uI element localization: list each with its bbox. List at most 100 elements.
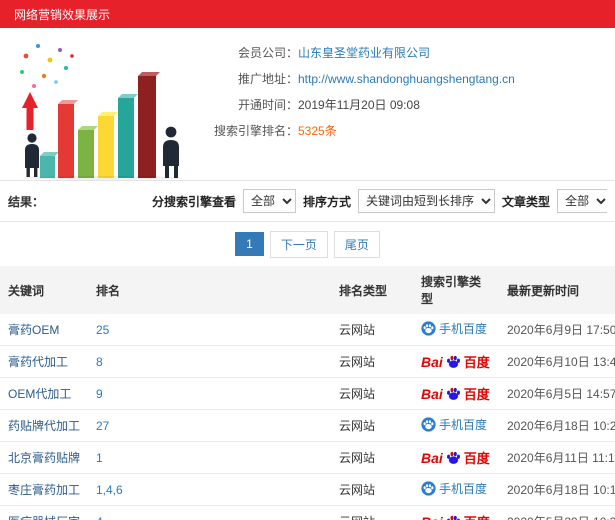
rank-link[interactable]: 9	[96, 387, 103, 401]
engine-label: 百度	[463, 451, 490, 466]
table-row: 医疗器械厂家 4 云网站 Bai 百度 2020年5月29日 10:32	[0, 505, 615, 520]
engine-cell: Bai 百度	[413, 505, 499, 520]
column-header: 排名	[88, 266, 331, 314]
article-type-select[interactable]: 全部	[557, 189, 607, 213]
table-row: 膏药OEM 25 云网站 手机百度 2020年6月9日 17:50	[0, 314, 615, 346]
engine-cell: Bai 百度	[413, 377, 499, 410]
baidu-paw-icon	[446, 354, 461, 369]
baidu-wordmark: Bai	[421, 353, 443, 370]
rank-cell: 8	[88, 345, 331, 378]
baidu-logo: Bai 百度	[421, 384, 490, 403]
engine-label: 手机百度	[439, 418, 488, 432]
table-row: 北京膏药贴牌 1 云网站 Bai 百度 2020年6月11日 11:18	[0, 441, 615, 474]
businessman-right	[163, 126, 179, 178]
rank-type-cell: 云网站	[331, 314, 413, 346]
rank-cell: 1	[88, 441, 331, 474]
type-filter-label: 文章类型	[502, 194, 551, 209]
updated-cell: 2020年5月29日 10:32	[499, 505, 615, 520]
filter-controls: 分搜索引擎查看 全部 排序方式 关键词由短到长排序 文章类型 全部 提交	[152, 189, 607, 213]
rank-link[interactable]: 1	[96, 451, 103, 465]
table-header-row: 关键词 排名 排名类型 搜索引擎类型 最新更新时间	[0, 266, 615, 314]
rank-link[interactable]: 25	[96, 323, 109, 337]
open-time-label: 开通时间：	[237, 98, 298, 112]
column-header: 最新更新时间	[499, 266, 615, 314]
keyword-cell: 枣庄膏药加工	[0, 473, 88, 506]
rank-type-cell: 云网站	[331, 409, 413, 442]
rank-type-cell: 云网站	[331, 377, 413, 410]
promo-url-row: 推广地址： http://www.shandonghuangshengtang.…	[190, 70, 607, 87]
open-time-value: 2019年11月20日 09:08	[298, 98, 420, 112]
engine-label: 百度	[463, 355, 490, 370]
rank-link[interactable]: 1,4,6	[96, 483, 123, 497]
mobile-baidu-badge: 手机百度	[421, 320, 487, 337]
engine-cell: 手机百度	[413, 314, 499, 346]
engine-cell: Bai 百度	[413, 345, 499, 378]
mobile-baidu-icon	[421, 481, 436, 496]
engine-rank-label: 搜索引擎排名：	[213, 124, 298, 138]
engine-select[interactable]: 全部	[243, 189, 297, 213]
account-info: 会员公司： 山东皇圣堂药业有限公司 推广地址： http://www.shand…	[190, 34, 607, 180]
keyword-cell: 药贴牌代加工	[0, 409, 88, 442]
baidu-paw-icon	[446, 386, 461, 401]
table-row: 膏药代加工 8 云网站 Bai 百度 2020年6月10日 13:40	[0, 345, 615, 378]
sort-filter-label: 排序方式	[303, 194, 352, 209]
filter-bar: 结果： 分搜索引擎查看 全部 排序方式 关键词由短到长排序 文章类型 全部 提交	[0, 180, 615, 222]
engine-label: 百度	[463, 387, 490, 402]
engine-rank-count: 5325条	[298, 124, 337, 138]
rank-cell: 1,4,6	[88, 473, 331, 506]
baidu-wordmark: Bai	[421, 449, 443, 466]
keyword-rank-table: 关键词 排名 排名类型 搜索引擎类型 最新更新时间 膏药OEM 25 云网站 手机百度 2020…	[0, 266, 615, 520]
rank-type-cell: 云网站	[331, 473, 413, 506]
bar-chart-illustration	[8, 34, 190, 180]
rank-type-cell: 云网站	[331, 441, 413, 474]
rank-cell: 9	[88, 377, 331, 410]
mobile-baidu-badge: 手机百度	[421, 416, 487, 433]
updated-cell: 2020年6月5日 14:57	[499, 377, 615, 410]
sort-select[interactable]: 关键词由短到长排序	[358, 189, 496, 213]
updated-cell: 2020年6月11日 11:18	[499, 441, 615, 474]
page-number-current[interactable]: 1	[235, 232, 264, 256]
keyword-cell: OEM代加工	[0, 377, 88, 410]
engine-label: 手机百度	[439, 482, 488, 496]
column-header: 关键词	[0, 266, 88, 314]
rank-cell: 25	[88, 314, 331, 346]
updated-cell: 2020年6月18日 10:25	[499, 409, 615, 442]
baidu-logo: Bai 百度	[421, 512, 490, 520]
baidu-wordmark: Bai	[421, 514, 443, 520]
illustration-svg	[20, 44, 183, 180]
engine-label: 手机百度	[439, 322, 488, 336]
rank-cell: 27	[88, 409, 331, 442]
rank-type-cell: 云网站	[331, 505, 413, 520]
rank-cell: 4	[88, 505, 331, 520]
page-title: 网络营销效果展示	[14, 7, 111, 22]
info-section: 会员公司： 山东皇圣堂药业有限公司 推广地址： http://www.shand…	[0, 28, 615, 180]
keyword-cell: 膏药代加工	[0, 345, 88, 378]
company-row: 会员公司： 山东皇圣堂药业有限公司	[190, 44, 607, 61]
updated-cell: 2020年6月18日 10:19	[499, 473, 615, 506]
engine-filter-label: 分搜索引擎查看	[152, 194, 237, 209]
rank-type-cell: 云网站	[331, 345, 413, 378]
rank-link[interactable]: 8	[96, 355, 103, 369]
mobile-baidu-badge: 手机百度	[421, 480, 487, 497]
engine-rank-row: 搜索引擎排名： 5325条	[190, 122, 607, 139]
promo-url-link[interactable]: http://www.shandonghuangshengtang.cn	[298, 72, 515, 86]
column-header: 排名类型	[331, 266, 413, 314]
table-row: OEM代加工 9 云网站 Bai 百度 2020年6月5日 14:57	[0, 377, 615, 410]
updated-cell: 2020年6月9日 17:50	[499, 314, 615, 346]
promo-url-label: 推广地址：	[237, 72, 298, 86]
engine-label: 百度	[464, 512, 490, 520]
baidu-logo: Bai 百度	[421, 352, 490, 371]
engine-cell: 手机百度	[413, 473, 499, 506]
baidu-logo: Bai 百度	[421, 448, 490, 467]
pagination: 1 下一页 尾页	[0, 230, 615, 258]
last-page-button[interactable]: 尾页	[333, 230, 380, 258]
keyword-cell: 医疗器械厂家	[0, 505, 88, 520]
rank-link[interactable]: 4	[96, 515, 103, 520]
next-page-button[interactable]: 下一页	[269, 230, 328, 258]
company-link[interactable]: 山东皇圣堂药业有限公司	[298, 44, 430, 61]
company-label: 会员公司：	[237, 46, 298, 60]
rank-link[interactable]: 27	[96, 419, 109, 433]
baidu-paw-icon	[446, 514, 461, 520]
mobile-baidu-icon	[421, 321, 436, 336]
baidu-paw-icon	[446, 450, 461, 465]
